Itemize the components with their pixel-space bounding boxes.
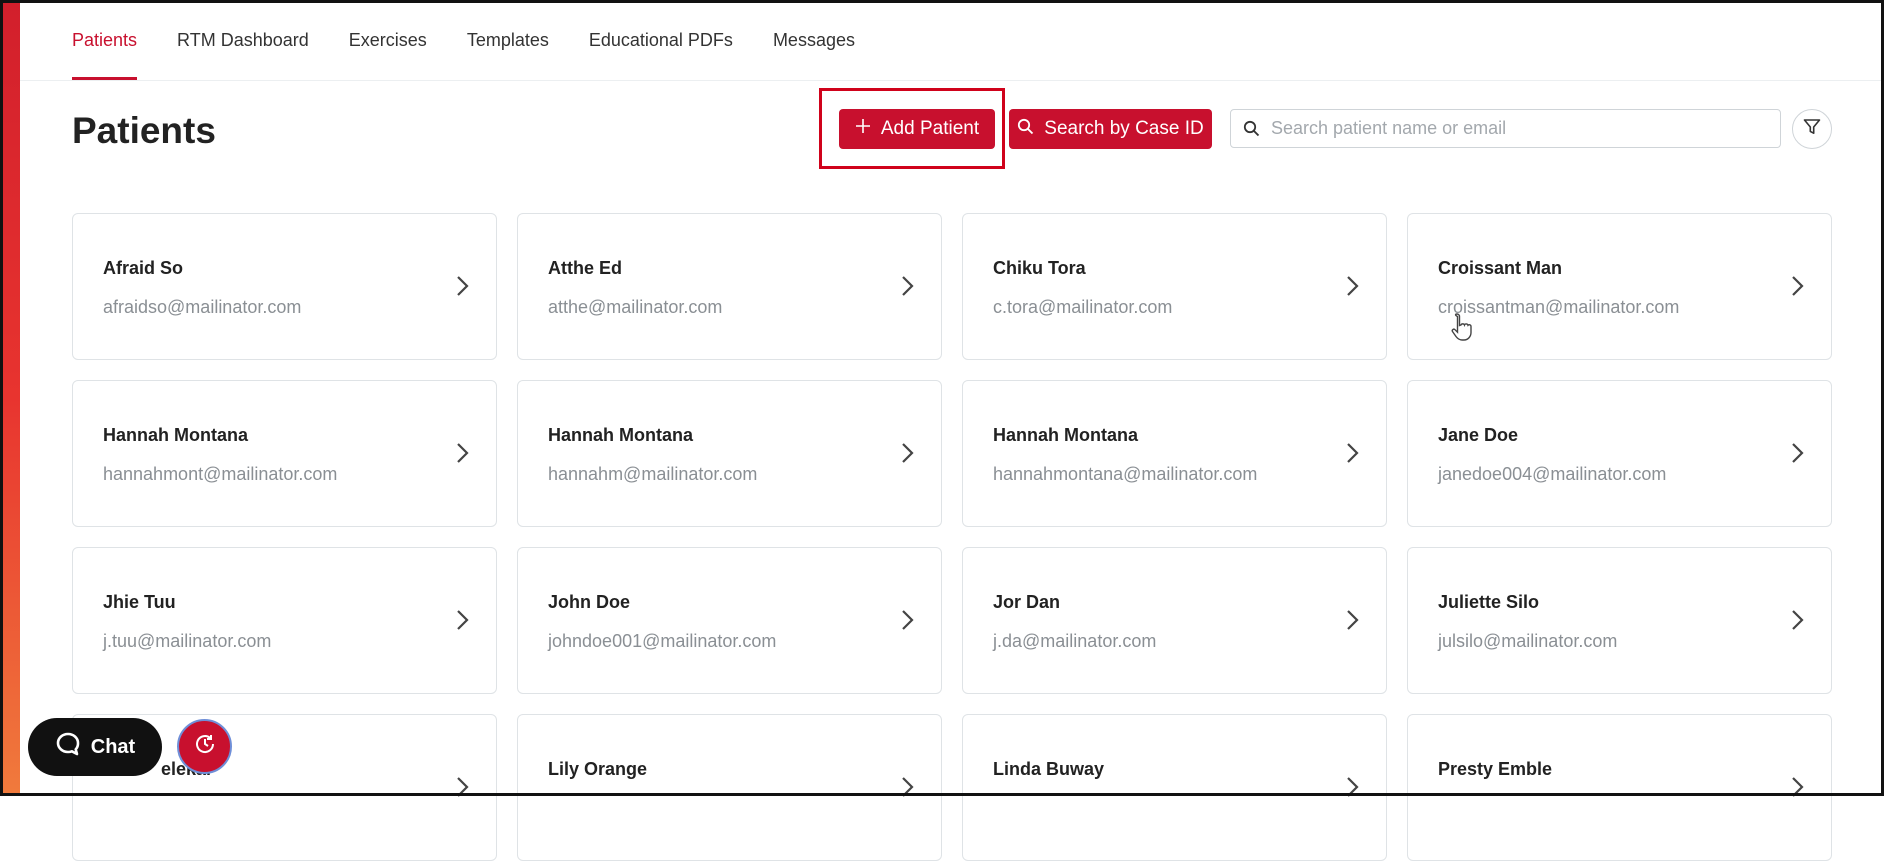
chevron-right-icon — [1792, 610, 1804, 630]
patient-card[interactable]: Hannah Montana hannahmont@mailinator.com — [72, 380, 497, 527]
tab-templates[interactable]: Templates — [467, 0, 549, 80]
patient-name: Atthe Ed — [548, 258, 622, 278]
chevron-right-icon — [457, 443, 469, 463]
patient-name: Jor Dan — [993, 592, 1061, 612]
filter-icon — [1802, 117, 1822, 142]
patient-card[interactable]: Jor Dan j.da@mailinator.com — [962, 547, 1387, 694]
patient-name: Jhie Tuu — [103, 592, 176, 612]
chevron-right-icon — [1347, 443, 1359, 463]
tab-exercises[interactable]: Exercises — [349, 0, 427, 80]
patient-card[interactable]: Hannah Montana hannahm@mailinator.com — [517, 380, 942, 527]
chat-label: Chat — [90, 735, 136, 758]
patient-name: Hannah Montana — [548, 425, 694, 445]
chat-bubble-icon — [55, 731, 81, 763]
patient-name: Croissant Man — [1438, 258, 1563, 278]
filter-button[interactable] — [1792, 109, 1832, 149]
patient-card[interactable]: Atthe Ed atthe@mailinator.com — [517, 213, 942, 360]
patient-card[interactable]: Afraid So afraidso@mailinator.com — [72, 213, 497, 360]
patient-name: Afraid So — [103, 258, 184, 278]
history-icon — [193, 732, 217, 761]
patient-email: j.tuu@mailinator.com — [103, 631, 272, 651]
plus-icon — [855, 118, 871, 140]
patient-name: Presty Emble — [1438, 759, 1553, 779]
patient-card[interactable]: Hannah Montana hannahmontana@mailinator.c… — [962, 380, 1387, 527]
chevron-right-icon — [457, 276, 469, 296]
patient-email: hannahmontana@mailinator.com — [993, 464, 1258, 484]
patient-card[interactable]: Presty Emble — [1407, 714, 1832, 861]
chevron-right-icon — [902, 610, 914, 630]
chevron-right-icon — [1792, 777, 1804, 797]
search-by-case-id-label: Search by Case ID — [1044, 118, 1204, 139]
chevron-right-icon — [1347, 777, 1359, 797]
page-title: Patients — [72, 110, 216, 151]
patient-name: John Doe — [548, 592, 631, 612]
patient-email: julsilo@mailinator.com — [1438, 631, 1618, 651]
patient-name: Hannah Montana — [993, 425, 1139, 445]
search-by-case-id-button[interactable]: Search by Case ID — [1009, 109, 1212, 149]
patient-card[interactable]: Jane Doe janedoe004@mailinator.com — [1407, 380, 1832, 527]
add-patient-label: Add Patient — [880, 118, 980, 139]
patient-card[interactable]: Lily Orange — [517, 714, 942, 861]
hand-cursor-icon — [1448, 310, 1482, 349]
chevron-right-icon — [902, 777, 914, 797]
patient-card[interactable]: Jhie Tuu j.tuu@mailinator.com — [72, 547, 497, 694]
chevron-right-icon — [902, 276, 914, 296]
patient-name: Jane Doe — [1438, 425, 1519, 445]
patient-email: hannahm@mailinator.com — [548, 464, 758, 484]
patient-email: j.da@mailinator.com — [993, 631, 1157, 651]
accent-strip — [3, 3, 20, 793]
patient-card[interactable]: Juliette Silo julsilo@mailinator.com — [1407, 547, 1832, 694]
tab-messages[interactable]: Messages — [773, 0, 855, 80]
top-nav: Patients RTM Dashboard Exercises Templat… — [72, 0, 895, 80]
chevron-right-icon — [902, 443, 914, 463]
patient-email: afraidso@mailinator.com — [103, 297, 302, 317]
patient-search-input[interactable] — [1269, 117, 1753, 140]
chevron-right-icon — [1347, 276, 1359, 296]
patient-name: Chiku Tora — [993, 258, 1086, 278]
patient-email: johndoe001@mailinator.com — [548, 631, 777, 651]
patient-email: c.tora@mailinator.com — [993, 297, 1173, 317]
patient-name: Lily Orange — [548, 759, 648, 779]
chevron-right-icon — [1347, 610, 1359, 630]
patient-card-grid: Afraid So afraidso@mailinator.com Atthe E… — [72, 213, 1832, 861]
chevron-right-icon — [1792, 276, 1804, 296]
patient-email: janedoe004@mailinator.com — [1438, 464, 1667, 484]
help-widget-button[interactable] — [177, 719, 232, 774]
patient-card[interactable]: John Doe johndoe001@mailinator.com — [517, 547, 942, 694]
patient-name: Linda Buway — [993, 759, 1105, 779]
patient-search-field[interactable] — [1230, 109, 1781, 148]
patient-name: Juliette Silo — [1438, 592, 1540, 612]
search-icon — [1243, 119, 1263, 139]
patient-email: hannahmont@mailinator.com — [103, 464, 338, 484]
tab-patients[interactable]: Patients — [72, 0, 138, 80]
patient-card[interactable]: Chiku Tora c.tora@mailinator.com — [962, 213, 1387, 360]
chevron-right-icon — [457, 777, 469, 797]
tab-educational-pdfs[interactable]: Educational PDFs — [589, 0, 733, 80]
patient-card[interactable]: Linda Buway — [962, 714, 1387, 861]
tab-rtm-dashboard[interactable]: RTM Dashboard — [177, 0, 309, 80]
patient-email: atthe@mailinator.com — [548, 297, 723, 317]
chevron-right-icon — [1792, 443, 1804, 463]
add-patient-button[interactable]: Add Patient — [839, 109, 995, 149]
chat-widget-button[interactable]: Chat — [28, 718, 162, 776]
chevron-right-icon — [457, 610, 469, 630]
nav-divider — [20, 80, 1881, 81]
patient-name: Hannah Montana — [103, 425, 249, 445]
search-icon — [1017, 118, 1034, 141]
